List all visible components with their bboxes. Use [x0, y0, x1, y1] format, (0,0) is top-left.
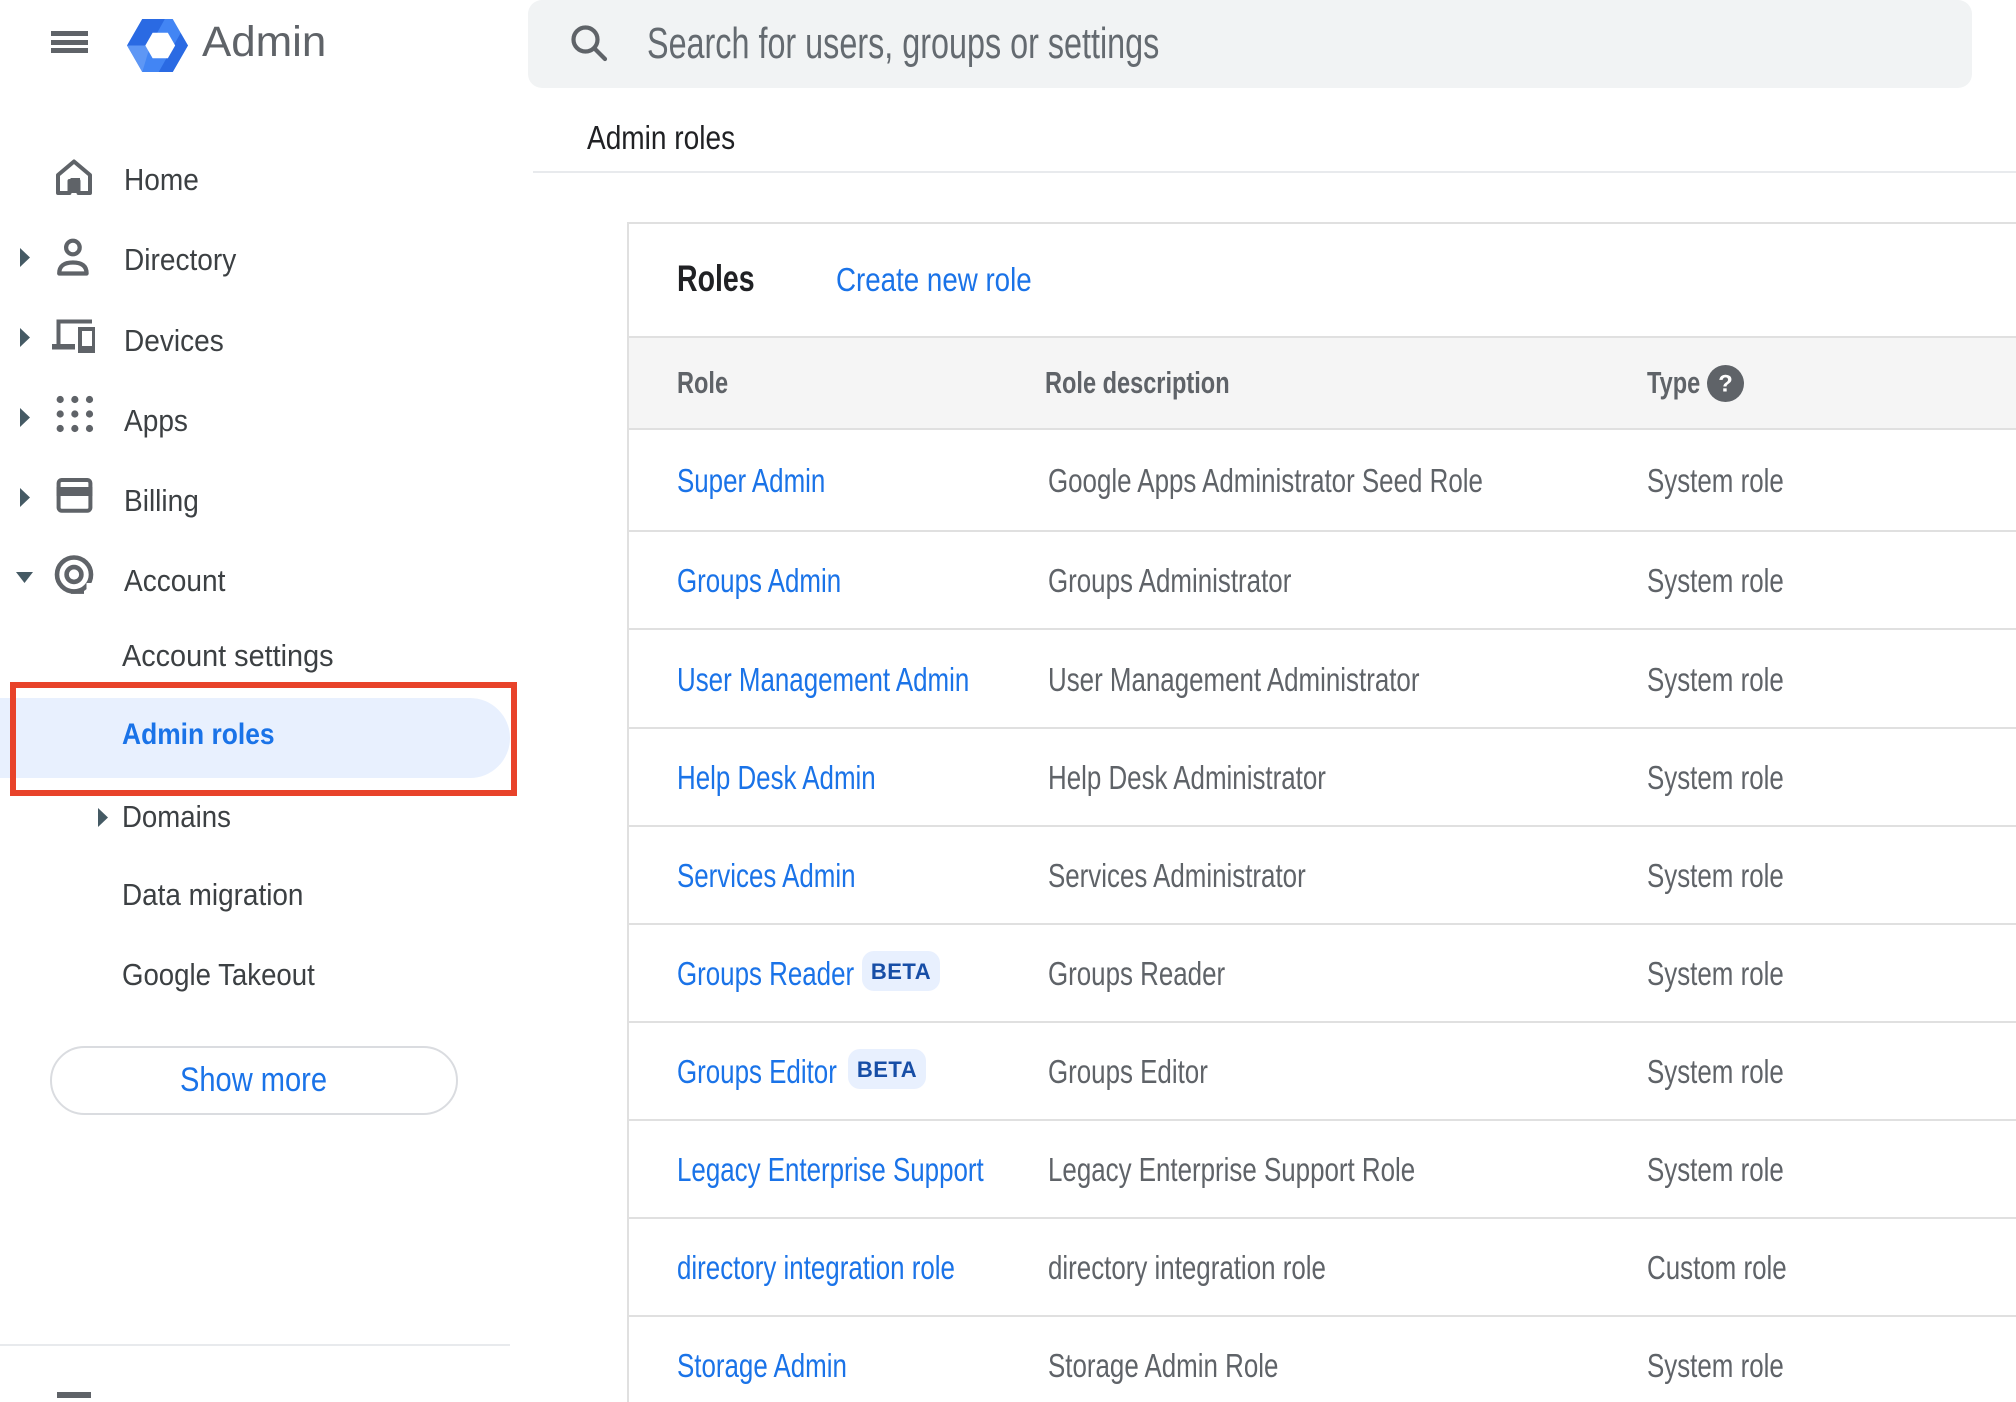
svg-text:?: ?	[1718, 371, 1733, 398]
